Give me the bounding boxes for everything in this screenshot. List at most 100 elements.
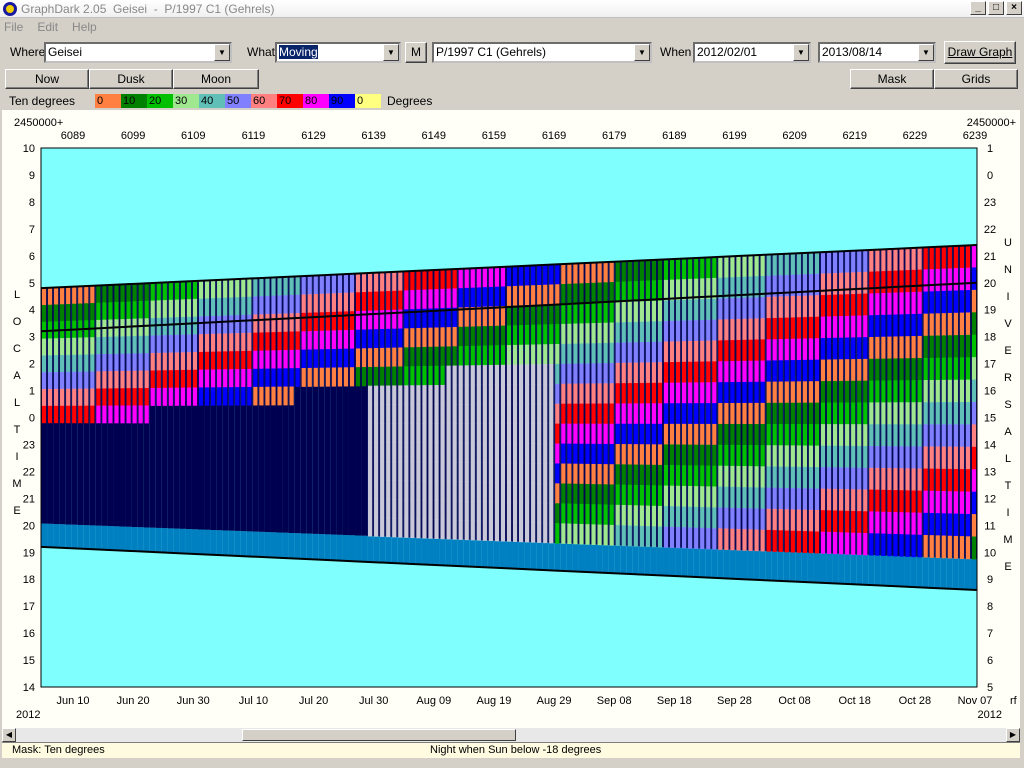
where-select[interactable]: Geisei ▼ xyxy=(44,42,232,63)
minimize-button[interactable]: _ xyxy=(970,1,986,15)
restore-button[interactable]: □ xyxy=(988,1,1004,15)
altitude-segment xyxy=(174,299,179,318)
draw-graph-button[interactable]: Draw Graph xyxy=(944,41,1016,64)
altitude-segment xyxy=(718,361,723,383)
altitude-segment xyxy=(893,490,898,513)
object-select[interactable]: P/1997 C1 (Gehrels) ▼ xyxy=(432,42,652,63)
altitude-segment xyxy=(615,281,620,303)
scroll-right-icon[interactable]: ▶ xyxy=(1006,728,1020,742)
altitude-segment xyxy=(259,368,264,388)
scroll-left-icon[interactable]: ◀ xyxy=(2,728,16,742)
chevron-down-icon[interactable]: ▼ xyxy=(214,44,230,61)
altitude-segment xyxy=(899,402,904,425)
altitude-segment xyxy=(790,530,795,553)
chevron-down-icon[interactable]: ▼ xyxy=(793,44,809,61)
altitude-segment xyxy=(748,423,753,446)
altitude-segment xyxy=(217,280,222,299)
altitude-segment xyxy=(235,279,240,298)
altitude-segment xyxy=(814,273,820,296)
altitude-segment xyxy=(971,267,977,291)
altitude-segment xyxy=(971,536,977,560)
altitude-segment xyxy=(766,487,771,510)
altitude-segment xyxy=(591,282,596,304)
menu-help[interactable]: Help xyxy=(72,20,97,34)
altitude-segment xyxy=(778,296,783,319)
twilight-band xyxy=(330,534,337,561)
moon-button[interactable]: Moon xyxy=(173,69,259,89)
altitude-segment xyxy=(229,315,234,334)
twilight-band xyxy=(65,524,72,548)
scroll-thumb[interactable] xyxy=(242,729,516,741)
chevron-down-icon[interactable]: ▼ xyxy=(634,44,650,61)
altitude-segment xyxy=(531,482,536,504)
altitude-segment xyxy=(935,379,940,403)
altitude-segment xyxy=(47,355,53,373)
start-date-select[interactable]: 2012/02/01 ▼ xyxy=(693,42,811,63)
altitude-segment xyxy=(464,423,469,444)
altitude-segment xyxy=(253,296,258,316)
altitude-segment xyxy=(597,383,602,405)
altitude-segment xyxy=(537,304,542,326)
altitude-segment xyxy=(790,360,795,382)
end-date-select[interactable]: 2013/08/14 ▼ xyxy=(818,42,936,63)
altitude-segment xyxy=(84,371,89,390)
altitude-segment xyxy=(591,484,596,505)
m-button[interactable]: M xyxy=(405,42,427,63)
altitude-segment xyxy=(204,316,210,335)
altitude-segment xyxy=(150,370,155,389)
altitude-segment xyxy=(724,403,729,425)
altitude-segment xyxy=(965,536,971,560)
mask-button[interactable]: Mask xyxy=(850,69,934,89)
menu-file[interactable]: File xyxy=(4,20,23,34)
altitude-segment xyxy=(440,519,445,540)
close-button[interactable]: × xyxy=(1006,1,1022,15)
chevron-down-icon[interactable]: ▼ xyxy=(918,44,934,61)
altitude-segment xyxy=(217,369,222,388)
now-button[interactable]: Now xyxy=(5,69,89,89)
twilight-band xyxy=(41,523,48,547)
twilight-band xyxy=(735,549,742,580)
altitude-segment xyxy=(784,509,789,532)
dusk-button[interactable]: Dusk xyxy=(89,69,173,89)
altitude-segment xyxy=(567,323,572,345)
date-tick-label: Oct 08 xyxy=(778,695,810,707)
altitude-segment xyxy=(374,291,379,311)
right-tick-label: 13 xyxy=(984,466,996,478)
altitude-segment xyxy=(651,505,657,527)
twilight-band xyxy=(83,525,90,549)
altitude-segment xyxy=(374,348,379,368)
altitude-segment xyxy=(506,423,512,444)
twilight-band xyxy=(125,526,132,551)
altitude-segment xyxy=(971,424,977,448)
right-tick-label: 16 xyxy=(984,386,996,398)
altitude-segment xyxy=(947,491,952,514)
altitude-segment xyxy=(223,315,228,334)
altitude-segment xyxy=(953,245,958,269)
altitude-segment xyxy=(832,510,838,533)
altitude-segment xyxy=(404,271,409,291)
altitude-segment xyxy=(549,363,554,385)
menu-edit[interactable]: Edit xyxy=(37,20,58,34)
grids-button[interactable]: Grids xyxy=(934,69,1018,89)
twilight-band xyxy=(638,546,645,575)
altitude-segment xyxy=(434,404,439,424)
altitude-segment xyxy=(555,264,560,285)
altitude-segment xyxy=(712,423,717,446)
altitude-segment xyxy=(881,336,886,360)
altitude-segment xyxy=(585,403,590,425)
horizontal-scrollbar[interactable]: ◀ ▶ xyxy=(2,728,1020,742)
twilight-band xyxy=(89,525,96,550)
altitude-segment xyxy=(682,506,687,528)
altitude-segment xyxy=(289,368,294,388)
altitude-segment xyxy=(90,388,95,407)
altitude-segment xyxy=(959,245,965,269)
altitude-segment xyxy=(772,381,777,404)
altitude-segment xyxy=(494,267,500,288)
altitude-segment xyxy=(694,423,699,446)
altitude-segment xyxy=(682,299,687,321)
chevron-down-icon[interactable]: ▼ xyxy=(383,44,399,61)
jd-tick-label: 6219 xyxy=(842,130,866,142)
what-select[interactable]: Moving ▼ xyxy=(275,42,401,63)
altitude-segment xyxy=(386,366,391,387)
altitude-segment xyxy=(700,486,705,508)
